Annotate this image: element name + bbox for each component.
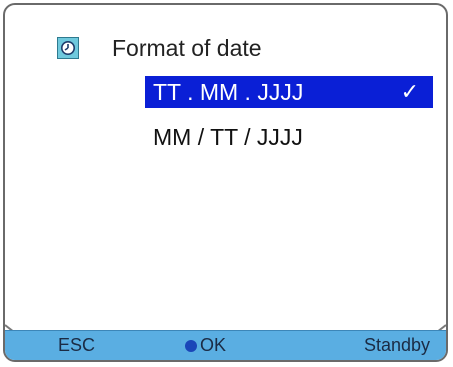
option-date-format-mm-tt-jjjj[interactable]: MM / TT / JJJJ	[145, 121, 433, 153]
device-screen: Format of date TT . MM . JJJJ ✓ MM / TT …	[3, 3, 448, 362]
esc-button[interactable]: ESC	[58, 331, 95, 360]
ok-dot-icon	[185, 339, 197, 352]
option-label: TT . MM . JJJJ	[153, 78, 304, 105]
softkey-bar: ESC OK Standby	[5, 330, 446, 360]
standby-label: Standby	[363, 335, 430, 355]
page-title: Format of date	[112, 34, 262, 61]
option-label: MM / TT / JJJJ	[153, 123, 303, 150]
checkmark-icon: ✓	[400, 79, 419, 105]
standby-button[interactable]: Standby	[364, 331, 430, 360]
esc-label: ESC	[58, 335, 96, 355]
clock-icon	[57, 37, 79, 59]
ok-button[interactable]: OK	[185, 331, 226, 360]
menu-header: Format of date	[57, 33, 262, 63]
option-date-format-tt-mm-jjjj[interactable]: TT . MM . JJJJ ✓	[145, 76, 433, 108]
ok-label: OK	[200, 335, 227, 355]
